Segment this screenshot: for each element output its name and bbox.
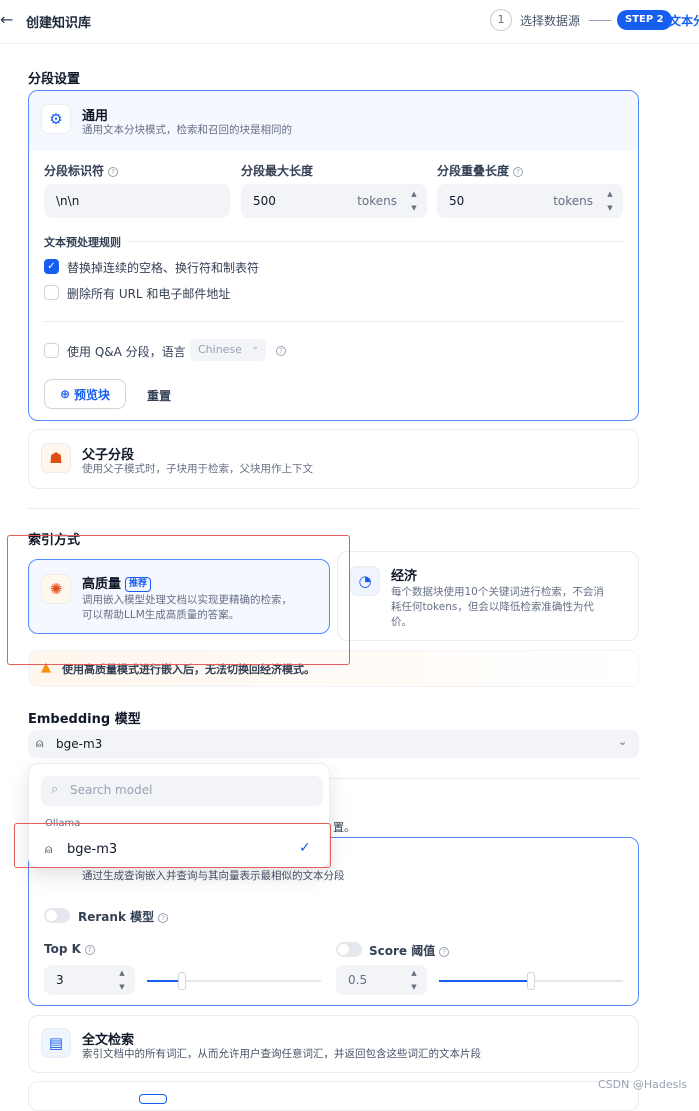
step-1-number: 1: [490, 9, 512, 31]
step-2-badge: STEP 2: [617, 10, 672, 30]
search-icon: ⌕: [51, 782, 59, 797]
embedding-model-select[interactable]: ⍝ bge-m3 ⌄: [28, 730, 639, 758]
reset-button[interactable]: 重置: [147, 387, 171, 404]
model-search-input[interactable]: ⌕ Search model: [41, 776, 323, 806]
watermark: CSDN @Hadesls: [598, 1078, 688, 1091]
fulltext-desc: 索引文档中的所有词汇，从而允许用户查询任意词汇，并返回包含这些词汇的文本片段: [82, 1048, 481, 1060]
parent-child-title: 父子分段: [82, 448, 135, 463]
rules-title: 文本预处理规则: [44, 236, 121, 249]
highlight-box: [7, 535, 350, 665]
rerank-toggle[interactable]: [44, 908, 70, 923]
delimiter-label: 分段标识符?: [44, 162, 119, 179]
general-title: 通用: [82, 109, 109, 124]
help-icon[interactable]: ?: [108, 167, 119, 177]
divider: [330, 778, 639, 779]
economy-title: 经济: [391, 569, 418, 584]
topk-slider[interactable]: [147, 972, 321, 990]
vector-search-desc: 通过生成查询嵌入并查询与其向量表示最相似的文本分段: [82, 870, 345, 882]
embedding-section-title: Embedding 模型: [28, 712, 141, 727]
section-divider: [28, 508, 639, 509]
stepper-icon[interactable]: ▲ ▼: [115, 966, 129, 994]
score-toggle[interactable]: [336, 942, 362, 957]
score-slider-fill: [439, 980, 531, 982]
general-card-header: [29, 91, 638, 151]
page-title: 创建知识库: [26, 16, 92, 31]
parent-child-card[interactable]: ☗ 父子分段 使用父子模式时，子块用于检索，父块用作上下文: [28, 429, 639, 489]
document-search-icon: ▤: [41, 1028, 71, 1058]
segment-section-title: 分段设置: [28, 72, 81, 87]
qa-language-select[interactable]: Chinese ⌄: [190, 339, 266, 361]
overlap-input[interactable]: 50 tokens ▲ ▼: [437, 184, 623, 218]
step-2-label: 文本分: [669, 14, 699, 28]
model-icon: ⍝: [36, 736, 44, 750]
rule2-checkbox[interactable]: [44, 285, 59, 300]
fulltext-search-card[interactable]: ▤ 全文检索 索引文档中的所有词汇，从而允许用户查询任意词汇，并返回包含这些词汇…: [28, 1015, 639, 1073]
topk-label: Top K?: [44, 942, 95, 956]
score-slider[interactable]: [439, 972, 623, 990]
stepper-icon[interactable]: ▲ ▼: [407, 966, 421, 994]
max-length-input[interactable]: 500 tokens ▲ ▼: [241, 184, 427, 218]
score-input[interactable]: 0.5 ▲ ▼: [336, 965, 427, 995]
hybrid-search-card[interactable]: [28, 1081, 639, 1111]
piggy-bank-icon: ◔: [350, 566, 380, 596]
qa-label: 使用 Q&A 分段，语言: [67, 345, 186, 359]
delimiter-input[interactable]: \n\n: [44, 184, 230, 218]
parent-child-icon: ☗: [41, 443, 71, 473]
help-icon[interactable]: ?: [513, 167, 524, 177]
chevron-down-icon: ⌄: [251, 342, 259, 352]
step-connector: [589, 20, 611, 21]
general-mode-card[interactable]: ⚙ 通用 通用文本分块模式，检索和召回的块是相同的 分段标识符? 分段最大长度 …: [28, 90, 639, 421]
stepper-icon[interactable]: ▲ ▼: [407, 187, 421, 215]
topk-input[interactable]: 3 ▲ ▼: [44, 965, 135, 995]
economy-desc-1: 每个数据块使用10个关键词进行检索，不会消: [391, 586, 604, 598]
rule2-label: 删除所有 URL 和电子邮件地址: [67, 287, 231, 301]
help-icon[interactable]: ?: [276, 346, 286, 356]
score-label: Score 阈值?: [369, 942, 450, 959]
overlap-label: 分段重叠长度?: [437, 162, 524, 179]
top-bar: ← 创建知识库 1 选择数据源 STEP 2 文本分: [0, 0, 699, 44]
score-slider-handle[interactable]: [527, 972, 535, 990]
rule1-label: 替换掉连续的空格、换行符和制表符: [67, 261, 260, 275]
divider: [129, 241, 623, 242]
fulltext-title: 全文检索: [82, 1033, 135, 1048]
economy-desc-3: 价。: [391, 616, 412, 628]
rule1-checkbox[interactable]: ✓: [44, 259, 59, 274]
help-icon[interactable]: ?: [84, 945, 95, 955]
chevron-down-icon: ⌄: [618, 735, 628, 748]
search-icon: ⊕: [59, 387, 71, 401]
back-arrow-icon[interactable]: ←: [0, 10, 13, 29]
selected-model: bge-m3: [56, 737, 103, 751]
general-desc: 通用文本分块模式，检索和召回的块是相同的: [82, 124, 292, 136]
gear-icon: ⚙: [41, 104, 71, 134]
help-icon[interactable]: ?: [158, 913, 169, 923]
stepper-icon[interactable]: ▲ ▼: [603, 187, 617, 215]
highlight-box: [14, 823, 331, 868]
topk-slider-fill: [147, 980, 182, 982]
topk-slider-handle[interactable]: [177, 972, 186, 990]
economy-card[interactable]: ◔ 经济 每个数据块使用10个关键词进行检索，不会消 耗任何tokens，但会以…: [337, 551, 639, 641]
search-placeholder: Search model: [70, 783, 153, 797]
preview-button[interactable]: ⊕ 预览块: [44, 379, 126, 409]
parent-child-desc: 使用父子模式时，子块用于检索，父块用作上下文: [82, 463, 313, 475]
max-length-label: 分段最大长度: [241, 164, 314, 178]
hidden-text-fragment: 置。: [333, 821, 355, 834]
rerank-label: Rerank 模型?: [78, 908, 169, 925]
step-1-label: 选择数据源: [520, 14, 581, 28]
divider: [44, 321, 623, 322]
help-icon[interactable]: ?: [439, 947, 450, 957]
qa-checkbox[interactable]: [44, 343, 59, 358]
economy-desc-2: 耗任何tokens，但会以降低检索准确性为代: [391, 601, 594, 613]
recommended-badge: [139, 1094, 167, 1104]
